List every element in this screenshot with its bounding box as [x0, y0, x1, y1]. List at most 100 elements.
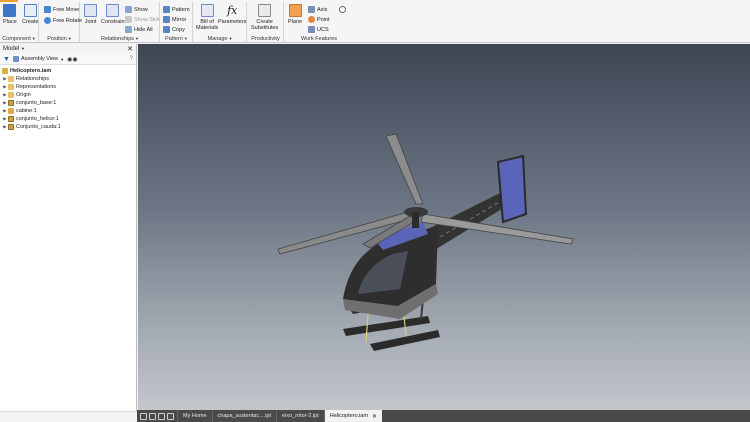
tree-item-conjunto-cauda[interactable]: ▶ Conjunto_cauda:1: [2, 123, 134, 131]
rotate-icon: [44, 17, 51, 24]
group-manage: Bill of Materials fx Parameters Manage▼: [194, 2, 247, 43]
tree-item-cabine[interactable]: ▶ cabine:1: [2, 107, 134, 115]
tab-view-controls: [137, 410, 177, 422]
axis-icon: [308, 6, 315, 13]
group-productivity: Create Substitutes Productivity: [248, 2, 284, 43]
axis-button[interactable]: Axis: [308, 5, 327, 14]
group-component: Place Create Component▼: [0, 2, 39, 43]
plane-button[interactable]: Plane: [288, 4, 302, 25]
tile-horizontal-icon[interactable]: [140, 412, 147, 420]
tab-helicoptero[interactable]: Helicoptero.iam ✕: [323, 410, 382, 422]
group-label-productivity: Productivity: [251, 36, 280, 42]
free-rotate-button[interactable]: Free Rotate: [44, 16, 82, 25]
group-pattern: Pattern Mirror Copy Pattern▼: [161, 2, 193, 43]
close-icon[interactable]: ✕: [372, 413, 377, 420]
help-icon[interactable]: ?: [130, 56, 133, 62]
bom-label-line2: Materials: [196, 25, 219, 31]
chevron-down-icon[interactable]: ▼: [68, 36, 72, 41]
plane-icon: [288, 4, 302, 17]
tree-item-conjunto-helice[interactable]: ▶ conjunto_helice:1: [2, 115, 134, 123]
tab-my-home[interactable]: My Home: [177, 410, 212, 422]
bill-of-materials-button[interactable]: Bill of Materials: [196, 4, 218, 31]
show-sick-icon: [125, 16, 132, 23]
part-icon: [8, 108, 14, 114]
cabin: [343, 222, 438, 319]
group-label-component: Component: [2, 36, 31, 42]
3d-viewport[interactable]: [138, 44, 750, 410]
create-substitutes-button[interactable]: Create Substitutes: [251, 4, 278, 31]
tab-eixo-rotor[interactable]: eixo_rotor-2.ipt: [276, 410, 324, 422]
group-label-relationships: Relationships: [101, 36, 135, 42]
tree-item-conjunto-base[interactable]: ▶ conjunto_base:1: [2, 99, 134, 107]
binoculars-icon[interactable]: ◉◉: [67, 56, 77, 63]
chevron-down-icon: ▼: [21, 46, 25, 51]
joint-button[interactable]: Joint: [84, 4, 97, 25]
chevron-down-icon[interactable]: ▼: [135, 36, 139, 41]
tree-item-relationships[interactable]: ▶ Relationships: [2, 75, 134, 83]
tree-root[interactable]: Helicoptero.iam: [2, 67, 134, 75]
assembly-view-icon: [12, 56, 19, 62]
browser-title-text: Model: [3, 46, 20, 52]
close-icon[interactable]: ✕: [127, 45, 133, 53]
browser-toolbar: ▼ Assembly View ▼ ◉◉ ?: [0, 54, 136, 65]
document-tab-bar: My Home chapa_sustentac....ipt eixo_roto…: [137, 410, 750, 422]
group-label-manage: Manage: [207, 36, 228, 42]
group-position: Free Move Free Rotate Position▼: [40, 2, 82, 43]
folder-icon: [8, 92, 14, 98]
browser-footer: [0, 411, 137, 422]
assembly-view-label: Assembly View: [20, 56, 59, 62]
assembly-icon: [2, 68, 8, 74]
group-relationships: Joint Constrain Show Show Sick Hide All …: [81, 2, 160, 43]
copy-icon: [163, 26, 170, 33]
chevron-down-icon[interactable]: ▼: [228, 36, 232, 41]
arrange-icon[interactable]: [167, 412, 174, 420]
show-button[interactable]: Show: [125, 5, 148, 14]
ucs-button[interactable]: UCS: [308, 25, 329, 34]
create-component-icon: [23, 4, 37, 17]
browser-header: Model ▼ ✕: [0, 44, 136, 54]
chevron-down-icon: ▼: [60, 56, 65, 62]
pattern-button[interactable]: Pattern: [163, 5, 190, 14]
filter-icon[interactable]: ▼: [3, 56, 10, 63]
ribbon: Place Create Component▼ Free Move Free R…: [0, 0, 750, 43]
group-work-features: Plane Axis Point UCS Work Features: [285, 2, 353, 43]
move-icon: [44, 6, 51, 13]
function-icon: fx: [227, 4, 238, 17]
tab-helicoptero-label: Helicoptero.iam: [329, 413, 368, 419]
browser-tree: Helicoptero.iam ▶ Relationships ▶ Repres…: [0, 65, 136, 133]
tab-chapa-label: chapa_sustentac....ipt: [217, 413, 272, 419]
create-component-button[interactable]: Create: [22, 4, 39, 25]
inventor-window: Place Create Component▼ Free Move Free R…: [0, 0, 750, 422]
hide-all-button[interactable]: Hide All: [125, 25, 153, 34]
tab-chapa-sustentacao[interactable]: chapa_sustentac....ipt: [211, 410, 277, 422]
subassembly-icon: [8, 100, 14, 106]
subassembly-icon: [8, 116, 14, 122]
place-button[interactable]: Place: [3, 4, 17, 25]
mirror-icon: [163, 16, 170, 23]
cascade-icon[interactable]: [158, 412, 165, 420]
place-icon: [3, 4, 17, 17]
free-move-button[interactable]: Free Move: [44, 5, 79, 14]
bill-of-materials-icon: [200, 4, 214, 17]
joint-icon: [84, 4, 97, 17]
point-button[interactable]: Point: [308, 15, 330, 24]
tree-item-representations[interactable]: ▶ Representations: [2, 83, 134, 91]
chevron-down-icon[interactable]: ▼: [32, 36, 36, 41]
substitutes-label-line2: Substitutes: [251, 25, 279, 31]
hide-all-icon: [125, 26, 132, 33]
constrain-icon: [106, 4, 120, 17]
mirror-button[interactable]: Mirror: [163, 15, 186, 24]
show-sick-button[interactable]: Show Sick: [125, 15, 160, 24]
grounded-dropdown[interactable]: [339, 5, 348, 14]
constrain-button[interactable]: Constrain: [101, 4, 125, 25]
parameters-button[interactable]: fx Parameters: [218, 4, 246, 25]
tree-item-origin[interactable]: ▶ Origin: [2, 91, 134, 99]
tile-vertical-icon[interactable]: [149, 412, 156, 420]
tab-eixo-label: eixo_rotor-2.ipt: [282, 413, 319, 419]
assembly-view-dropdown[interactable]: Assembly View ▼: [12, 56, 65, 62]
browser-title[interactable]: Model ▼: [3, 46, 25, 52]
group-label-work-features: Work Features: [301, 36, 337, 42]
copy-button[interactable]: Copy: [163, 25, 185, 34]
chevron-down-icon[interactable]: ▼: [184, 36, 188, 41]
pattern-icon: [163, 6, 170, 13]
